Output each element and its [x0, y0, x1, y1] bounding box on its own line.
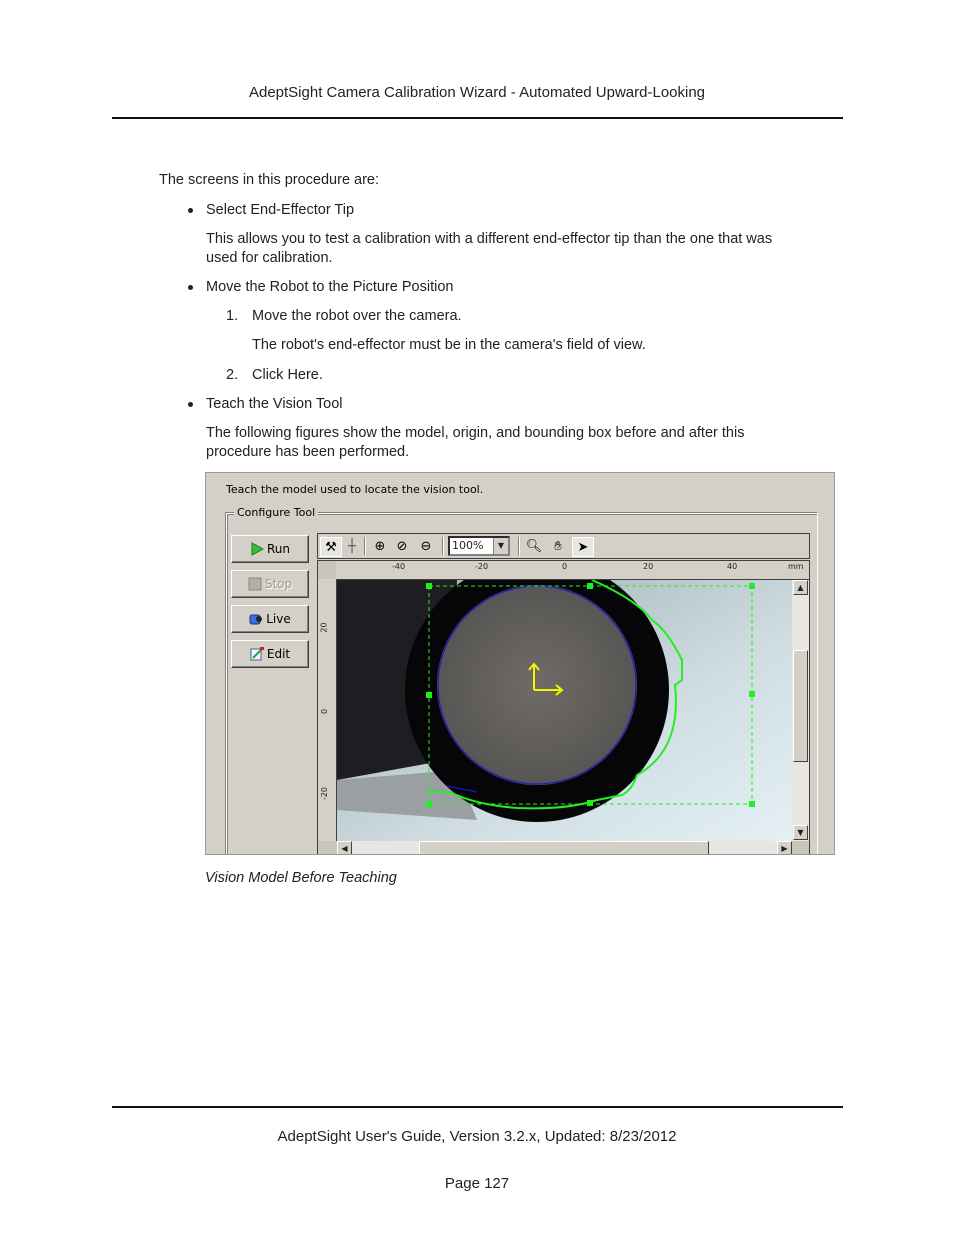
zoom-in-icon[interactable]: ⊕: [370, 537, 390, 555]
toolbar-separator: [518, 537, 520, 555]
viewer-toolbar: ⚒ ┼ ⊕ ⊘ ⊖ 100% ▼ 🔍︎ ✋︎ ➤: [317, 533, 810, 559]
image-viewer: -40 -20 0 20 40 mm 20 0 -20 ▲ ▼ ◀ ▶: [317, 560, 810, 854]
intro-text: The screens in this procedure are:: [159, 172, 380, 188]
live-button[interactable]: Live: [231, 605, 309, 633]
step-text: Click Here.: [252, 367, 323, 383]
header-rule: [112, 117, 843, 119]
x-tick-label: -40: [392, 562, 406, 571]
live-label: Live: [266, 612, 291, 626]
footer-guide: AdeptSight User's Guide, Version 3.2.x, …: [277, 1128, 677, 1145]
run-button[interactable]: Run: [231, 535, 309, 563]
step-note: The robot's end-effector must be in the …: [252, 337, 646, 353]
y-tick-label: 20: [319, 622, 329, 633]
page-header: AdeptSight Camera Calibration Wizard - A…: [248, 84, 706, 101]
horizontal-scroll-thumb[interactable]: [419, 841, 709, 854]
footer-rule: [112, 1106, 843, 1108]
magnifier-icon[interactable]: 🔍︎: [524, 537, 544, 555]
horizontal-scrollbar[interactable]: ◀ ▶: [337, 841, 792, 854]
item-label: Teach the Vision Tool: [206, 396, 343, 412]
camera-image-canvas: [337, 580, 792, 841]
zoom-level-select[interactable]: 100% ▼: [448, 536, 510, 556]
crosshair-icon[interactable]: ┼: [342, 537, 362, 555]
vertical-scroll-thumb[interactable]: [793, 650, 808, 762]
toolbar-separator: [364, 537, 366, 555]
zoom-fit-icon[interactable]: ⊘: [392, 537, 412, 555]
bullet: [188, 208, 193, 213]
camera-icon: [249, 614, 263, 625]
horizontal-ruler: -40 -20 0 20 40 mm: [336, 561, 809, 580]
item-label: Move the Robot to the Picture Position: [206, 279, 454, 295]
y-tick-label: -20: [320, 786, 330, 801]
toolbar-separator: [442, 537, 444, 555]
stop-label: Stop: [264, 577, 293, 591]
play-icon: [251, 542, 264, 556]
instruction-text: Teach the model used to locate the visio…: [226, 483, 484, 496]
group-label: Configure Tool: [234, 506, 319, 519]
edit-button[interactable]: Edit: [231, 640, 309, 668]
vertical-ruler: 20 0 -20: [318, 579, 337, 841]
scroll-down-icon[interactable]: ▼: [793, 825, 808, 840]
pan-hand-icon[interactable]: ✋︎: [548, 537, 568, 555]
step-text: Move the robot over the camera.: [252, 308, 462, 324]
scroll-right-icon[interactable]: ▶: [777, 841, 792, 854]
y-tick-label: 0: [320, 708, 330, 715]
item-description: The following figures show the model, or…: [206, 425, 745, 460]
item-label: Select End-Effector Tip: [206, 202, 355, 218]
pointer-icon[interactable]: ➤: [572, 537, 594, 557]
chevron-down-icon[interactable]: ▼: [493, 538, 508, 554]
x-tick-label: 0: [562, 562, 568, 571]
vertical-scrollbar[interactable]: ▲ ▼: [792, 580, 809, 841]
zoom-out-icon[interactable]: ⊖: [416, 537, 436, 555]
item-description: This allows you to test a calibration wi…: [206, 231, 773, 266]
step-number: 1.: [226, 308, 239, 324]
x-tick-label: 40: [727, 562, 738, 571]
page-number: Page 127: [444, 1175, 510, 1192]
vision-tool-screenshot: Teach the model used to locate the visio…: [205, 472, 835, 855]
scroll-left-icon[interactable]: ◀: [337, 841, 352, 854]
camera-image: [337, 580, 792, 841]
edit-label: Edit: [266, 647, 291, 661]
scroll-up-icon[interactable]: ▲: [793, 580, 808, 595]
bullet: [188, 285, 193, 290]
edit-icon: [250, 647, 264, 661]
x-tick-label: -20: [475, 562, 489, 571]
figure-caption: Vision Model Before Teaching: [205, 870, 397, 886]
stop-button[interactable]: Stop: [231, 570, 309, 598]
stop-icon: [248, 577, 262, 591]
step-number: 2.: [226, 367, 239, 383]
run-label: Run: [266, 542, 290, 556]
bullet: [188, 402, 193, 407]
x-unit-label: mm: [788, 562, 804, 571]
zoom-level-value: 100%: [452, 539, 484, 552]
tools-icon[interactable]: ⚒: [320, 537, 342, 557]
x-tick-label: 20: [643, 562, 654, 571]
